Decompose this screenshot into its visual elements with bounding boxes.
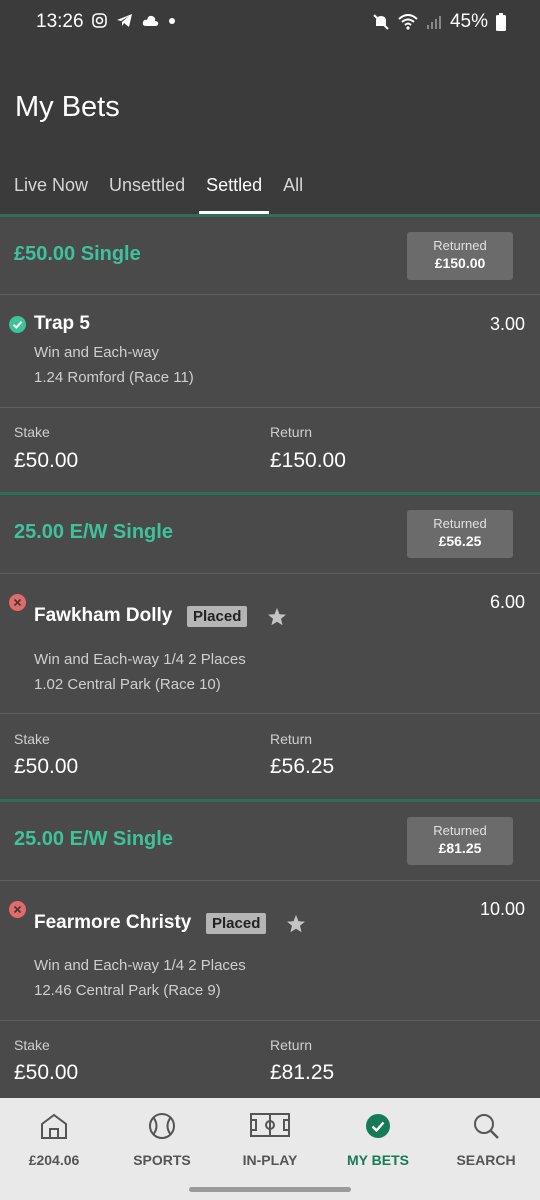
mute-icon bbox=[373, 14, 389, 30]
bet-card[interactable]: 25.00 E/W Single Returned £81.25 Fearmor… bbox=[0, 802, 540, 1098]
event-name: 12.46 Central Park (Race 9) bbox=[34, 982, 221, 999]
nav-my-bets-label: MY BETS bbox=[347, 1152, 409, 1168]
battery-percent: 45% bbox=[449, 11, 488, 32]
bet-type: 25.00 E/W Single bbox=[14, 828, 173, 850]
tab-live-now[interactable]: Live Now bbox=[7, 172, 95, 214]
returned-label: Returned bbox=[433, 238, 487, 253]
divider bbox=[0, 294, 540, 295]
notification-icons bbox=[92, 13, 176, 28]
return-label: Return bbox=[270, 1037, 313, 1053]
bet-header: £50.00 Single Returned £150.00 bbox=[0, 217, 540, 295]
placed-badge: Placed bbox=[206, 913, 267, 934]
bet-header: 25.00 E/W Single Returned £56.25 bbox=[0, 495, 540, 573]
nav-my-bets[interactable]: MY BETS bbox=[324, 1098, 432, 1178]
nav-in-play[interactable]: IN-PLAY bbox=[216, 1098, 324, 1178]
return-value: £56.25 bbox=[270, 755, 335, 778]
win-check-icon bbox=[9, 316, 26, 333]
lose-cross-icon bbox=[9, 901, 26, 918]
placed-badge: Placed bbox=[187, 606, 248, 627]
instagram-icon bbox=[92, 13, 107, 28]
system-icons: 45% bbox=[372, 11, 506, 33]
return-label: Return bbox=[270, 424, 313, 440]
returned-badge: Returned £81.25 bbox=[407, 817, 513, 865]
wifi-icon bbox=[398, 14, 418, 30]
stake-value: £50.00 bbox=[14, 1061, 79, 1084]
status-time: 13:26 bbox=[36, 11, 84, 32]
tab-all[interactable]: All bbox=[276, 172, 310, 214]
signal-icon bbox=[426, 16, 441, 29]
bottom-nav: £204.06 SPORTS IN-PLAY MY BETS SEARCH bbox=[0, 1098, 540, 1178]
nav-search[interactable]: SEARCH bbox=[432, 1098, 540, 1178]
returned-badge: Returned £150.00 bbox=[407, 232, 513, 280]
return-value: £150.00 bbox=[270, 449, 346, 472]
star-icon[interactable] bbox=[286, 914, 306, 934]
returned-value: £81.25 bbox=[438, 840, 482, 856]
returned-label: Returned bbox=[433, 823, 487, 838]
divider bbox=[0, 1020, 540, 1021]
returned-badge: Returned £56.25 bbox=[407, 510, 513, 558]
divider bbox=[0, 573, 540, 574]
tab-settled[interactable]: Settled bbox=[199, 172, 270, 214]
stake-value: £50.00 bbox=[14, 755, 79, 778]
telegram-icon bbox=[117, 14, 132, 27]
cloud-icon bbox=[142, 15, 159, 26]
divider bbox=[0, 407, 540, 408]
returned-label: Returned bbox=[433, 516, 487, 531]
divider bbox=[0, 880, 540, 881]
stake-label: Stake bbox=[14, 424, 50, 440]
event-name: 1.24 Romford (Race 11) bbox=[34, 369, 194, 386]
return-value: £81.25 bbox=[270, 1061, 335, 1084]
divider bbox=[0, 713, 540, 714]
returned-value: £56.25 bbox=[438, 533, 482, 549]
dot-icon bbox=[169, 17, 175, 24]
battery-icon bbox=[496, 13, 506, 31]
bet-tabs: Live Now Unsettled Settled All bbox=[0, 172, 310, 214]
selection-name: Trap 5 bbox=[34, 313, 90, 334]
nav-sports[interactable]: SPORTS bbox=[108, 1098, 216, 1178]
returned-value: £150.00 bbox=[434, 255, 486, 271]
bet-header: 25.00 E/W Single Returned £81.25 bbox=[0, 802, 540, 880]
page-title: My Bets bbox=[15, 91, 120, 123]
return-label: Return bbox=[270, 731, 313, 747]
gesture-bar bbox=[0, 1178, 540, 1200]
my-bets-header: My Bets Live Now Unsettled Settled All bbox=[0, 46, 540, 214]
stake-label: Stake bbox=[14, 731, 50, 747]
home-indicator[interactable] bbox=[189, 1187, 351, 1192]
odds: 6.00 bbox=[489, 592, 525, 612]
market-name: Win and Each-way bbox=[34, 344, 160, 361]
nav-search-label: SEARCH bbox=[456, 1152, 516, 1168]
market-name: Win and Each-way 1/4 2 Places bbox=[34, 957, 246, 974]
bet-type: £50.00 Single bbox=[14, 243, 141, 265]
star-icon[interactable] bbox=[267, 607, 287, 627]
tennis-ball-icon bbox=[149, 1113, 175, 1139]
search-icon bbox=[474, 1114, 499, 1139]
market-name: Win and Each-way 1/4 2 Places bbox=[34, 651, 246, 668]
selection-name: Fawkham Dolly bbox=[34, 605, 173, 626]
odds: 10.00 bbox=[479, 899, 525, 919]
status-bar: 13:26 45% bbox=[0, 0, 540, 46]
nav-balance-label: £204.06 bbox=[28, 1152, 80, 1168]
nav-in-play-label: IN-PLAY bbox=[242, 1152, 298, 1168]
home-icon bbox=[41, 1113, 67, 1139]
lose-cross-icon bbox=[9, 594, 26, 611]
bet-card[interactable]: £50.00 Single Returned £150.00 Trap 5 3.… bbox=[0, 217, 540, 493]
bet-card[interactable]: 25.00 E/W Single Returned £56.25 Fawkham… bbox=[0, 495, 540, 800]
stake-label: Stake bbox=[14, 1037, 50, 1053]
stake-value: £50.00 bbox=[14, 449, 79, 472]
check-circle-icon bbox=[366, 1114, 390, 1138]
pitch-icon bbox=[250, 1113, 290, 1137]
nav-balance[interactable]: £204.06 bbox=[0, 1098, 108, 1178]
odds: 3.00 bbox=[489, 314, 525, 334]
tab-unsettled[interactable]: Unsettled bbox=[102, 172, 192, 214]
nav-sports-label: SPORTS bbox=[133, 1152, 191, 1168]
bet-type: 25.00 E/W Single bbox=[14, 521, 173, 543]
selection-name: Fearmore Christy bbox=[34, 912, 192, 933]
event-name: 1.02 Central Park (Race 10) bbox=[34, 676, 221, 693]
